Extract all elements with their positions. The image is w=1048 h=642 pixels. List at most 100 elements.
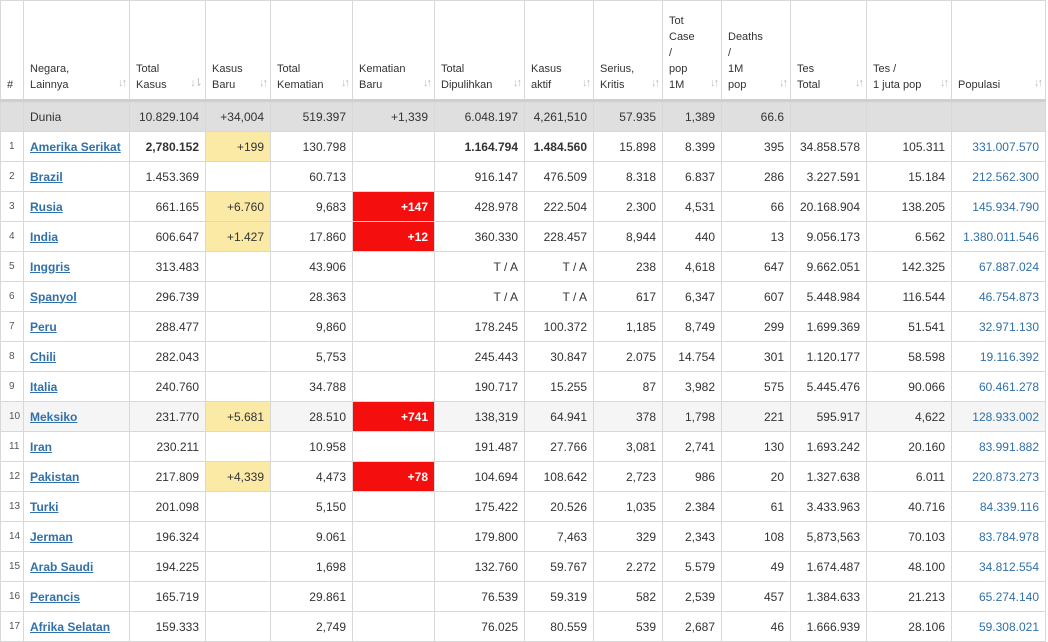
table-row: 12 Pakistan 217.809 +4,339 4,473 +78 104.694 10… — [0, 461, 1046, 492]
table-row: 6 Spanyol 296.739 28.363 T / AT / A 617 6,347 6… — [0, 281, 1046, 312]
country-cell: Arab Saudi — [23, 551, 130, 582]
country-cell: Pakistan — [23, 461, 130, 492]
col-header-population[interactable]: Populasi ↓↑ — [951, 0, 1046, 102]
country-cell: Amerika Serikat — [23, 131, 130, 162]
recovered-cell: 138,319 — [434, 401, 525, 432]
total-cases-cell: 1.453.369 — [129, 161, 206, 192]
col-header-serious[interactable]: Serius, Kritis ↓↑ — [593, 0, 663, 102]
col-header-active[interactable]: Kasus aktif ↓↑ — [524, 0, 594, 102]
col-header-new-cases[interactable]: Kasus Baru ↓↑ — [205, 0, 271, 102]
country-link[interactable]: Rusia — [30, 200, 63, 214]
rank-cell — [0, 100, 24, 132]
deaths-per-1m-cell: 395 — [721, 131, 791, 162]
country-link[interactable]: Jerman — [30, 530, 73, 544]
serious-cell: 1,185 — [593, 311, 663, 342]
country-link[interactable]: Perancis — [30, 590, 80, 604]
country-link[interactable]: India — [30, 230, 58, 244]
population-cell: 83.784.978 — [951, 521, 1046, 552]
cases-per-1m-cell: 1,798 — [662, 401, 722, 432]
country-link[interactable]: Meksiko — [30, 410, 77, 424]
country-cell: Iran — [23, 431, 130, 462]
col-header-recovered[interactable]: Total Dipulihkan ↓↑ — [434, 0, 525, 102]
country-link[interactable]: Arab Saudi — [30, 560, 93, 574]
active-cell: 80.559 — [524, 611, 594, 642]
total-deaths-cell: 17.860 — [270, 221, 353, 252]
new-cases-cell — [205, 311, 271, 342]
recovered-cell: 175.422 — [434, 491, 525, 522]
deaths-per-1m-cell: 301 — [721, 341, 791, 372]
col-header-cases-per-1m[interactable]: Tot Case / pop 1M ↓↑ — [662, 0, 722, 102]
active-cell: 59.319 — [524, 581, 594, 612]
col-header-total-deaths[interactable]: Total Kematian ↓↑ — [270, 0, 353, 102]
tests-per-1m-cell: 48.100 — [866, 551, 952, 582]
population-cell: 65.274.140 — [951, 581, 1046, 612]
serious-cell: 87 — [593, 371, 663, 402]
total-deaths-cell: 5,753 — [270, 341, 353, 372]
new-deaths-cell — [352, 281, 435, 312]
active-cell: 108.642 — [524, 461, 594, 492]
country-link[interactable]: Peru — [30, 320, 57, 334]
country-link[interactable]: Afrika Selatan — [30, 620, 110, 634]
total-deaths-cell: 10.958 — [270, 431, 353, 462]
recovered-cell: 916.147 — [434, 161, 525, 192]
total-deaths-cell: 28.510 — [270, 401, 353, 432]
active-cell: T / A — [524, 281, 594, 312]
cases-per-1m-cell: 2.384 — [662, 491, 722, 522]
deaths-per-1m-cell: 61 — [721, 491, 791, 522]
country-link[interactable]: Inggris — [30, 260, 70, 274]
new-deaths-cell — [352, 311, 435, 342]
cases-per-1m-cell: 1,389 — [662, 100, 722, 132]
country-link[interactable]: Chili — [30, 350, 56, 364]
country-link[interactable]: Brazil — [30, 170, 63, 184]
rank-cell: 13 — [0, 491, 24, 522]
country-link[interactable]: Amerika Serikat — [30, 140, 121, 154]
country-link[interactable]: Pakistan — [30, 470, 79, 484]
col-header-country[interactable]: Negara, Lainnya ↓↑ — [23, 0, 130, 102]
rank-cell: 9 — [0, 371, 24, 402]
col-header-tests-per-1m[interactable]: Tes / 1 juta pop ↓↑ — [866, 0, 952, 102]
tests-per-1m-cell: 21.213 — [866, 581, 952, 612]
population-cell: 145.934.790 — [951, 191, 1046, 222]
new-cases-cell: +199 — [205, 131, 271, 162]
sort-arrows-icon: ↓↑ — [710, 77, 719, 89]
recovered-cell: 179.800 — [434, 521, 525, 552]
deaths-per-1m-cell: 66 — [721, 191, 791, 222]
recovered-cell: 245.443 — [434, 341, 525, 372]
new-deaths-cell — [352, 521, 435, 552]
country-link[interactable]: Iran — [30, 440, 52, 454]
new-deaths-cell: +147 — [352, 191, 435, 222]
cases-per-1m-cell: 440 — [662, 221, 722, 252]
total-cases-cell: 10.829.104 — [129, 100, 206, 132]
sort-arrows-icon: ↓↑ — [855, 77, 864, 89]
country-link[interactable]: Turki — [30, 500, 58, 514]
total-cases-cell: 201.098 — [129, 491, 206, 522]
col-header-total-cases[interactable]: Total Kasus ↓⇂ — [129, 0, 206, 102]
country-link[interactable]: Spanyol — [30, 290, 77, 304]
deaths-per-1m-cell: 20 — [721, 461, 791, 492]
total-cases-cell: 282.043 — [129, 341, 206, 372]
col-header-tests[interactable]: Tes Total ↓↑ — [790, 0, 867, 102]
rank-cell: 6 — [0, 281, 24, 312]
country-cell: Italia — [23, 371, 130, 402]
total-cases-cell: 231.770 — [129, 401, 206, 432]
new-cases-cell: +5.681 — [205, 401, 271, 432]
serious-cell: 3,081 — [593, 431, 663, 462]
country-cell: Jerman — [23, 521, 130, 552]
deaths-per-1m-cell: 575 — [721, 371, 791, 402]
col-header-deaths-per-1m[interactable]: Deaths / 1M pop ↓↑ — [721, 0, 791, 102]
country-cell: Brazil — [23, 161, 130, 192]
serious-cell: 57.935 — [593, 100, 663, 132]
col-header-new-deaths[interactable]: Kematian Baru ↓↑ — [352, 0, 435, 102]
total-deaths-cell: 43.906 — [270, 251, 353, 282]
table-row: 17 Afrika Selatan 159.333 2,749 76.025 80.559… — [0, 611, 1046, 642]
col-header-rank[interactable]: # — [0, 0, 24, 102]
country-cell: India — [23, 221, 130, 252]
rank-cell: 5 — [0, 251, 24, 282]
cases-per-1m-cell: 8.399 — [662, 131, 722, 162]
country-link[interactable]: Italia — [30, 380, 57, 394]
new-cases-cell: +34,004 — [205, 100, 271, 132]
tests-cell: 5,873,563 — [790, 521, 867, 552]
total-deaths-cell: 519.397 — [270, 100, 353, 132]
population-cell: 67.887.024 — [951, 251, 1046, 282]
total-deaths-cell: 34.788 — [270, 371, 353, 402]
